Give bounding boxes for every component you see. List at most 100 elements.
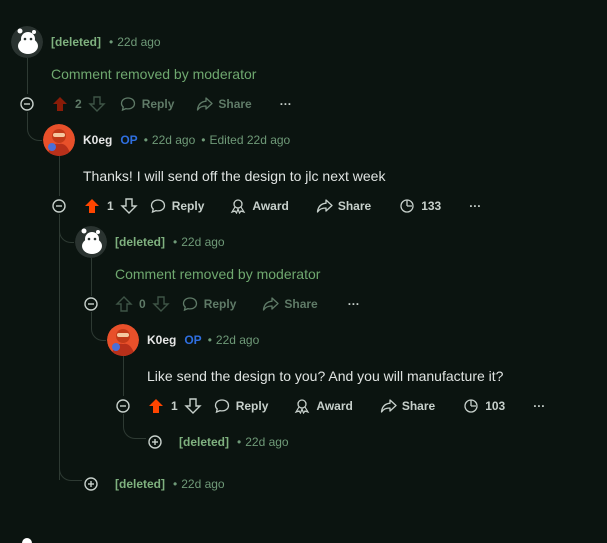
award-label: Award [316, 399, 353, 413]
share-button[interactable]: Share [316, 198, 371, 214]
insights-count: 103 [485, 399, 506, 413]
upvote-icon[interactable] [51, 95, 69, 113]
reply-icon [150, 198, 166, 214]
downvote-icon[interactable] [151, 295, 170, 313]
comment-author[interactable]: [deleted] [115, 476, 165, 492]
upvote-icon[interactable] [115, 295, 133, 313]
share-icon [196, 96, 214, 112]
comment-body: Comment removed by moderator [115, 266, 321, 282]
comment-body: Comment removed by moderator [51, 66, 257, 82]
reply-button[interactable]: Reply [150, 198, 205, 214]
reply-button[interactable]: Reply [214, 398, 269, 414]
downvote-icon[interactable] [183, 397, 202, 415]
meta-separator: • [237, 435, 242, 449]
comment-author[interactable]: K0eg [147, 332, 176, 348]
thread-connector [91, 312, 106, 341]
collapse-icon[interactable] [84, 297, 98, 311]
award-label: Award [252, 199, 289, 213]
more-icon[interactable]: ··· [469, 199, 481, 213]
collapse-icon[interactable] [20, 97, 34, 111]
reply-icon [120, 96, 136, 112]
reply-icon [182, 296, 198, 312]
user-avatar-icon[interactable] [43, 124, 75, 156]
award-button[interactable]: Award [294, 398, 353, 414]
more-icon[interactable]: ··· [280, 97, 292, 111]
comment-author[interactable]: K0eg [83, 132, 112, 148]
snoo-avatar-icon[interactable] [75, 226, 107, 258]
meta-separator: • [143, 133, 148, 147]
comment-body: Like send the design to you? And you wil… [147, 368, 504, 384]
reply-button[interactable]: Reply [120, 96, 175, 112]
expand-icon[interactable] [148, 435, 162, 449]
comment-timestamp[interactable]: 22d ago [152, 132, 195, 148]
comment-timestamp[interactable]: 22d ago [216, 332, 259, 348]
share-icon [316, 198, 334, 214]
downvote-icon[interactable] [119, 197, 138, 215]
comment-meta: K0eg OP • 22d ago [147, 332, 259, 348]
collapse-icon[interactable] [116, 399, 130, 413]
reply-label: Reply [171, 199, 205, 213]
collapse-icon[interactable] [52, 199, 66, 213]
thread-line [27, 58, 28, 94]
snoo-avatar-icon[interactable] [11, 26, 43, 58]
comment-meta: [deleted] • 22d ago [51, 34, 161, 50]
share-label: Share [401, 399, 436, 413]
comment-action-bar: 0 Reply Share ··· [115, 294, 360, 314]
thread-line [91, 258, 92, 296]
upvote-icon[interactable] [147, 397, 165, 415]
next-comment-avatar-edge [22, 538, 32, 543]
comment-meta: [deleted] • 22d ago [115, 234, 225, 250]
comment-timestamp[interactable]: 22d ago [181, 234, 224, 250]
reply-icon [214, 398, 230, 414]
meta-separator: • [109, 35, 114, 49]
comment-timestamp[interactable]: 22d ago [181, 476, 224, 492]
insights-button[interactable]: 133 [399, 198, 441, 214]
share-button[interactable]: Share [262, 296, 318, 312]
comment-action-bar: 1 Reply Award Share 103 ··· [147, 396, 545, 416]
meta-separator: • [207, 333, 212, 347]
share-icon [380, 398, 398, 414]
thread-connector [123, 414, 146, 439]
thread-line [59, 218, 60, 480]
edited-label: Edited 22d ago [209, 133, 291, 147]
comment-action-bar: 2 Reply Share ··· [51, 94, 292, 114]
comment-timestamp[interactable]: 22d ago [245, 434, 288, 450]
expand-icon[interactable] [84, 477, 98, 491]
thread-connector [59, 452, 82, 481]
share-label: Share [337, 199, 372, 213]
share-button[interactable]: Share [196, 96, 252, 112]
comment-timestamp[interactable]: 22d ago [117, 34, 160, 50]
collapsed-comment-meta[interactable]: [deleted] • 22d ago [179, 434, 289, 450]
thread-line [123, 356, 124, 396]
thread-connector [59, 214, 74, 243]
award-button[interactable]: Award [230, 198, 289, 214]
reply-button[interactable]: Reply [182, 296, 236, 312]
more-icon[interactable]: ··· [533, 399, 545, 413]
award-icon [230, 198, 246, 214]
insights-icon [463, 398, 479, 414]
comment-action-bar: 1 Reply Award Share 133 ··· [83, 196, 481, 216]
vote-score: 1 [171, 399, 178, 413]
comment-author[interactable]: [deleted] [179, 434, 229, 450]
thread-line [59, 156, 60, 196]
award-icon [294, 398, 310, 414]
more-icon[interactable]: ··· [348, 297, 360, 311]
reply-label: Reply [141, 97, 175, 111]
comment-author[interactable]: [deleted] [51, 34, 101, 50]
op-badge: OP [184, 333, 202, 347]
share-icon [262, 296, 280, 312]
share-label: Share [284, 297, 318, 311]
downvote-icon[interactable] [87, 95, 106, 113]
comment-author[interactable]: [deleted] [115, 234, 165, 250]
share-label: Share [218, 97, 252, 111]
reply-label: Reply [235, 399, 269, 413]
upvote-icon[interactable] [83, 197, 101, 215]
op-badge: OP [120, 133, 138, 147]
user-avatar-icon[interactable] [107, 324, 139, 356]
share-button[interactable]: Share [380, 398, 435, 414]
meta-separator: • [173, 235, 178, 249]
collapsed-comment-meta[interactable]: [deleted] • 22d ago [115, 476, 225, 492]
comment-meta: K0eg OP • 22d ago • Edited 22d ago [83, 132, 290, 148]
insights-button[interactable]: 103 [463, 398, 505, 414]
thread-connector [27, 112, 42, 141]
